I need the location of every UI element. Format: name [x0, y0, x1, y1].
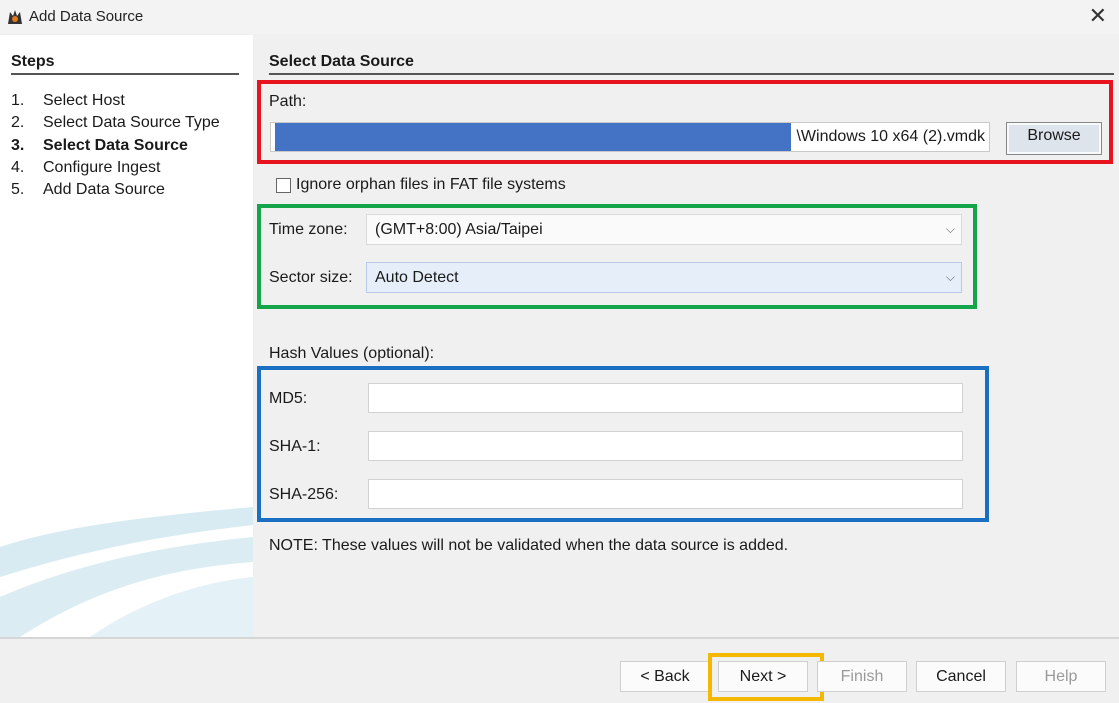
path-value-suffix: \Windows 10 x64 (2).vmdk: [796, 128, 985, 145]
md5-label: MD5:: [269, 390, 308, 407]
finish-button[interactable]: Finish: [817, 661, 907, 692]
footer-divider: [0, 637, 1119, 639]
next-highlight-box: [708, 653, 824, 701]
step-item-configure-ingest: 4. Configure Ingest: [11, 158, 161, 176]
steps-pane: Steps 1. Select Host 2. Select Data Source…: [0, 35, 253, 637]
title-bar: Add Data Source ✕: [0, 0, 1119, 34]
step-item-add-data-source: 5. Add Data Source: [11, 181, 165, 199]
section-divider: [269, 73, 1114, 75]
help-button[interactable]: Help: [1016, 661, 1106, 692]
steps-list: 1. Select Host 2. Select Data Source Type …: [11, 90, 220, 201]
chevron-down-icon: ⌵: [945, 222, 955, 236]
decorative-swirl-graphic: [0, 507, 253, 637]
sha256-label: SHA-256:: [269, 486, 339, 503]
section-title: Select Data Source: [269, 53, 414, 70]
timezone-select[interactable]: (GMT+8:00) Asia/Taipei ⌵: [366, 214, 962, 245]
sector-size-select[interactable]: Auto Detect ⌵: [366, 262, 962, 293]
path-input[interactable]: C \Windows 10 x64 (2).vmdk: [270, 122, 990, 152]
md5-input[interactable]: [368, 383, 963, 413]
browse-button[interactable]: Browse: [1006, 122, 1102, 155]
window-title: Add Data Source: [29, 8, 144, 25]
step-item-select-data-source-type: 2. Select Data Source Type: [11, 114, 220, 132]
app-logo-icon: [8, 10, 22, 24]
hash-values-heading: Hash Values (optional):: [269, 345, 435, 362]
path-label: Path:: [269, 93, 307, 110]
chevron-down-icon: ⌵: [945, 270, 955, 284]
main-panel: Select Data Source Path: C \Windows 10 x…: [253, 35, 1119, 637]
sha1-input[interactable]: [368, 431, 963, 461]
timezone-value: (GMT+8:00) Asia/Taipei: [375, 221, 543, 238]
steps-divider: [11, 73, 239, 75]
sector-size-value: Auto Detect: [375, 269, 459, 286]
sector-size-label: Sector size:: [269, 269, 353, 286]
sha256-input[interactable]: [368, 479, 963, 509]
steps-heading: Steps: [11, 53, 55, 70]
step-item-select-host: 1. Select Host: [11, 92, 125, 109]
back-button[interactable]: < Back: [620, 661, 710, 692]
step-item-select-data-source: 3. Select Data Source: [11, 136, 188, 154]
timezone-label: Time zone:: [269, 221, 348, 238]
close-icon[interactable]: ✕: [1089, 5, 1107, 27]
ignore-orphan-checkbox[interactable]: [276, 178, 291, 193]
ignore-orphan-label[interactable]: Ignore orphan files in FAT file systems: [296, 176, 566, 194]
validation-note: NOTE: These values will not be validated…: [269, 537, 789, 554]
cancel-button[interactable]: Cancel: [916, 661, 1006, 692]
sha1-label: SHA-1:: [269, 438, 321, 455]
redacted-path-region: [275, 123, 791, 151]
